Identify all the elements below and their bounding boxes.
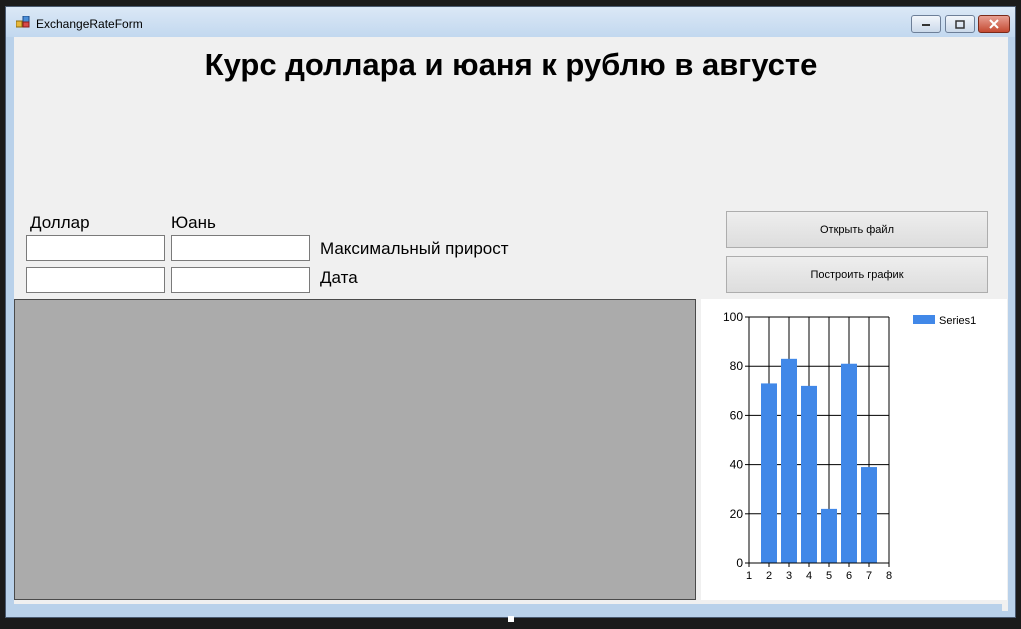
chart-x-tick-label: 6 [846,570,852,582]
window-bottom-border [8,604,1002,612]
chart-x-tick-label: 1 [746,570,752,582]
chart-bar [801,385,817,563]
yuan-label: Юань [171,213,216,232]
chart-x-tick-label: 5 [826,570,832,582]
title-bar[interactable]: ExchangeRateForm [6,7,1015,37]
chart-legend-label: Series1 [939,315,976,327]
date-label: Дата [320,268,358,287]
chart-y-tick-label: 0 [736,556,743,570]
dollar-max-growth-input[interactable] [26,235,165,261]
close-button[interactable] [978,15,1010,33]
page-title: Курс доллара и юаня к рублю в августе [204,47,818,82]
app-icon [16,16,30,28]
chart-x-tick-label: 4 [806,570,812,582]
dollar-label: Доллар [30,213,90,232]
maximize-button[interactable] [945,15,975,33]
max-growth-label: Максимальный прирост [320,239,509,258]
chart-y-tick-label: 20 [730,507,744,521]
window-title: ExchangeRateForm [36,17,143,31]
chart-x-tick-label: 7 [866,570,872,582]
chart-y-tick-label: 80 [730,359,744,373]
chart-x-tick-label: 8 [886,570,892,582]
bar-chart: 0 20 40 60 80 100 1 2 3 4 5 6 7 8 Series1 [701,299,1007,600]
chart-bar [861,467,877,563]
open-file-button[interactable]: Открыть файл [726,211,988,248]
form-client-area: Курс доллара и юаня к рублю в августе До… [14,37,1008,611]
resize-handle[interactable] [508,616,514,622]
build-chart-button[interactable]: Построить график [726,256,988,293]
data-grid[interactable] [14,299,696,600]
close-icon [989,19,999,29]
chart-bar [841,363,857,563]
maximize-icon [955,19,965,29]
chart-x-tick-label: 2 [766,570,772,582]
yuan-date-input[interactable] [171,267,310,293]
minimize-icon [922,24,930,26]
chart-y-tick-label: 60 [730,408,744,422]
chart-legend-swatch [913,315,935,324]
dollar-date-input[interactable] [26,267,165,293]
yuan-max-growth-input[interactable] [171,235,310,261]
chart-canvas: 0 20 40 60 80 100 1 2 3 4 5 6 7 8 Series1 [723,310,976,582]
chart-bar [821,508,837,563]
minimize-button[interactable] [911,15,941,33]
chart-bar [761,383,777,563]
chart-x-tick-label: 3 [786,570,792,582]
chart-y-tick-label: 40 [730,458,744,472]
exchange-rate-window: ExchangeRateForm Курс доллара и юаня к р… [5,6,1016,618]
chart-bar [781,358,797,563]
chart-y-tick-label: 100 [723,310,743,324]
